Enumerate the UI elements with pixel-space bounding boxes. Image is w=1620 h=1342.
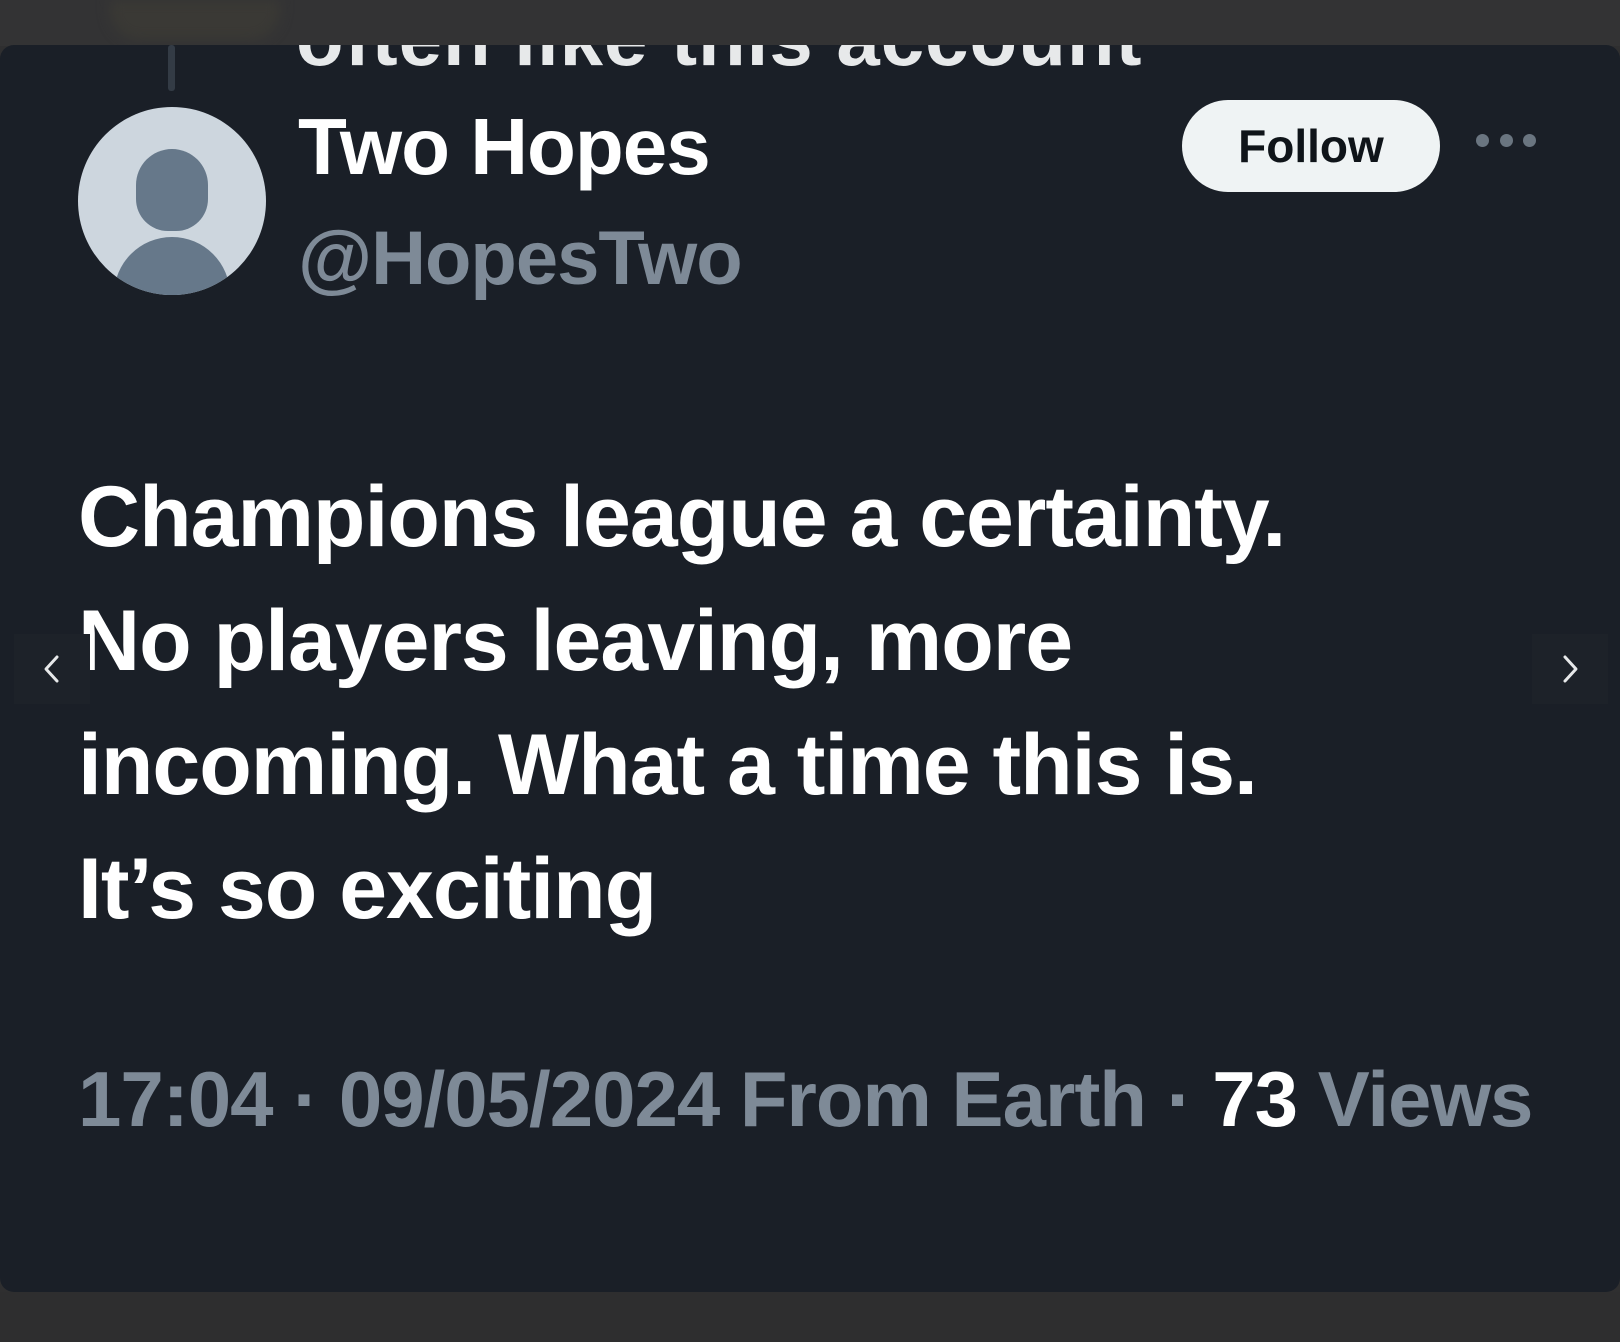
backdrop-blur-blob	[110, 0, 280, 40]
tweet-meta: 17:04 · 09/05/2024 From Earth · 73 Views	[78, 1045, 1538, 1153]
more-dot	[1476, 133, 1489, 147]
more-dot	[1523, 133, 1536, 147]
follow-button[interactable]: Follow	[1182, 100, 1440, 192]
next-button[interactable]	[1532, 634, 1608, 704]
default-avatar-icon[interactable]	[78, 107, 266, 295]
chevron-right-icon	[1563, 655, 1578, 683]
meta-separator: ·	[1166, 1055, 1193, 1143]
previous-button[interactable]	[14, 634, 90, 704]
chevron-left-icon	[44, 655, 59, 683]
more-horizontal-icon[interactable]	[1476, 125, 1536, 155]
author-display-name[interactable]: Two Hopes	[298, 101, 711, 193]
clipped-context-text: often like this account	[296, 45, 1142, 84]
views-label[interactable]: Views	[1318, 1055, 1534, 1143]
views-count[interactable]: 73	[1212, 1055, 1298, 1143]
thread-connector-line	[168, 45, 175, 91]
more-dot	[1499, 133, 1513, 147]
tweet-time[interactable]: 17:04	[78, 1055, 273, 1143]
backdrop-bottom	[0, 1292, 1620, 1342]
author-handle[interactable]: @HopesTwo	[298, 215, 743, 302]
tweet-location: From Earth	[739, 1055, 1147, 1143]
avatar-shoulders	[114, 237, 230, 295]
tweet-body-text: Champions league a certainty. No players…	[78, 469, 1286, 937]
avatar-head	[136, 149, 208, 231]
meta-separator: ·	[293, 1055, 319, 1143]
tweet-card: often like this account Two Hopes @Hopes…	[0, 45, 1620, 1292]
tweet-date[interactable]: 09/05/2024	[339, 1055, 720, 1143]
